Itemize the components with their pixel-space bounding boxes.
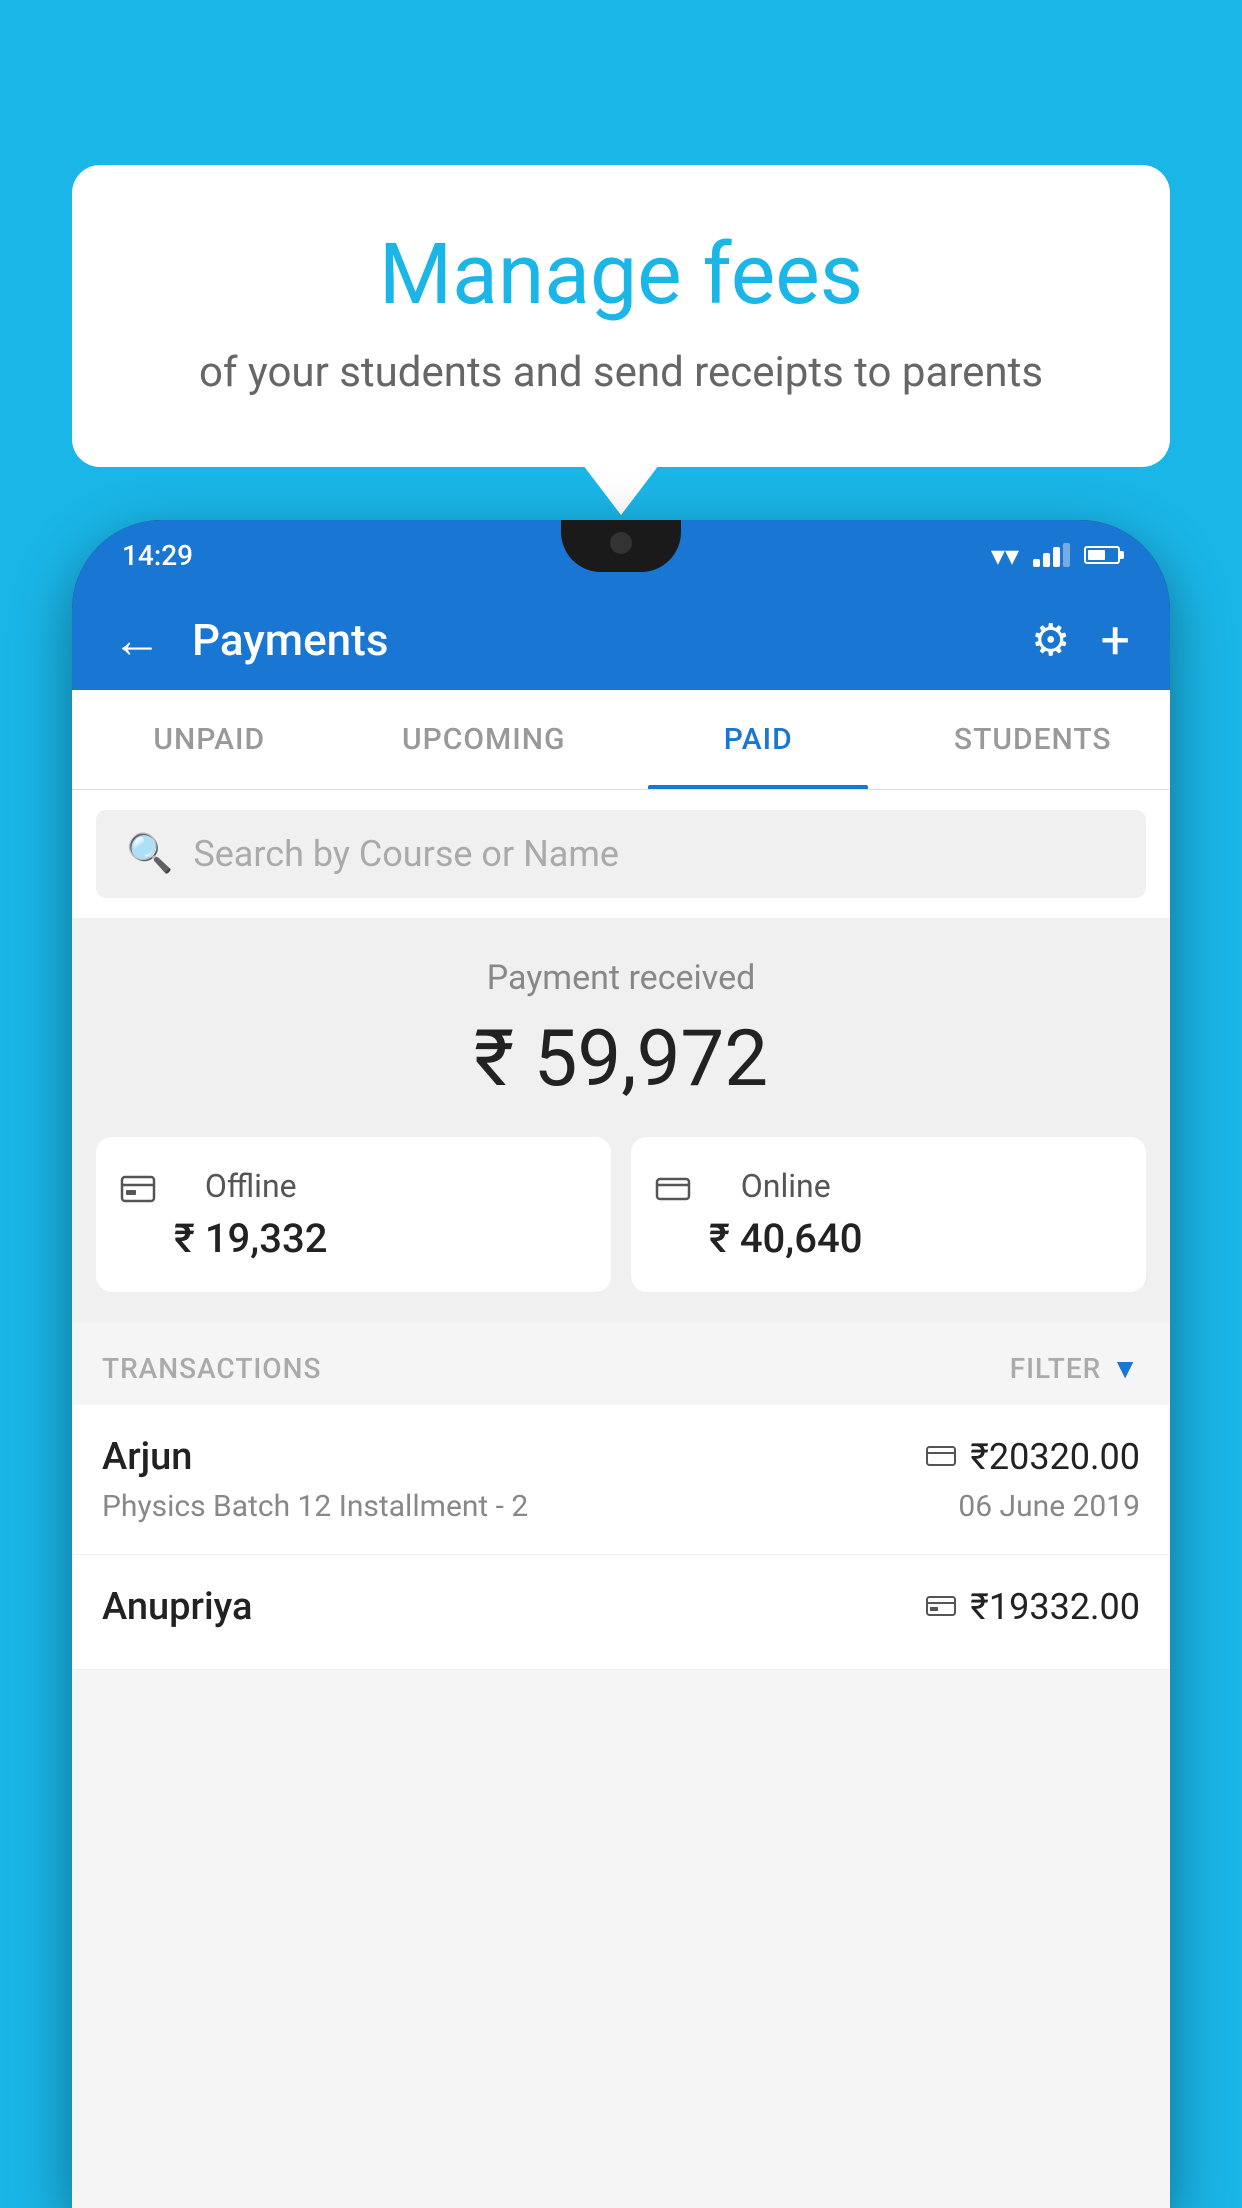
settings-icon[interactable]: ⚙ [1031,614,1070,666]
status-icons: ▾▾ [991,539,1120,572]
phone-notch [561,520,681,572]
payment-received-section: Payment received ₹ 59,972 Offline ₹ 19,3… [72,918,1170,1322]
transaction-date: 06 June 2019 [958,1489,1140,1524]
tab-unpaid[interactable]: UNPAID [72,690,347,789]
online-label: Online [709,1167,862,1205]
online-amount: ₹ 40,640 [709,1215,862,1262]
transaction-amount: ₹19332.00 [970,1586,1140,1628]
tabs-bar: UNPAID UPCOMING PAID STUDENTS [72,690,1170,790]
speech-bubble-subtitle: of your students and send receipts to pa… [132,348,1110,397]
table-row[interactable]: Arjun ₹20320.00 Physics Batch 12 Install… [72,1405,1170,1555]
transaction-row-bottom: Physics Batch 12 Installment - 2 06 June… [102,1489,1140,1524]
filter-icon: ▼ [1111,1352,1140,1385]
online-payment-icon [926,1440,956,1475]
offline-payment-icon [926,1590,956,1625]
payment-cards: Offline ₹ 19,332 Online ₹ 40,640 [72,1137,1170,1292]
add-button[interactable]: + [1100,610,1130,671]
transaction-row-top: Arjun ₹20320.00 [102,1435,1140,1479]
transactions-header: TRANSACTIONS FILTER ▼ [72,1322,1170,1405]
filter-button[interactable]: FILTER ▼ [1010,1352,1140,1385]
online-payment-card: Online ₹ 40,640 [631,1137,1146,1292]
transaction-amount: ₹20320.00 [970,1436,1140,1478]
signal-icon [1033,543,1070,567]
transactions-label: TRANSACTIONS [102,1352,321,1385]
offline-label: Offline [174,1167,327,1205]
tab-upcoming[interactable]: UPCOMING [347,690,622,789]
battery-icon [1084,546,1120,564]
tab-students[interactable]: STUDENTS [896,690,1171,789]
search-bar[interactable]: 🔍 Search by Course or Name [96,810,1146,898]
offline-payment-card: Offline ₹ 19,332 [96,1137,611,1292]
search-container: 🔍 Search by Course or Name [72,790,1170,918]
search-input[interactable]: Search by Course or Name [193,833,619,875]
speech-bubble-title: Manage fees [132,225,1110,324]
phone-frame: 14:29 ▾▾ ← Payments ⚙ + UNPA [72,520,1170,2208]
speech-bubble: Manage fees of your students and send re… [72,165,1170,467]
phone-camera [610,532,632,554]
online-card-info: Online ₹ 40,640 [709,1167,862,1262]
payment-total-amount: ₹ 59,972 [72,1014,1170,1105]
offline-card-info: Offline ₹ 19,332 [174,1167,327,1262]
status-time: 14:29 [122,539,193,572]
app-header: ← Payments ⚙ + [72,590,1170,690]
transaction-course: Physics Batch 12 Installment - 2 [102,1489,528,1524]
offline-icon [120,1171,156,1216]
app-title: Payments [192,614,1031,666]
transaction-row-top: Anupriya ₹19332.00 [102,1585,1140,1629]
filter-label: FILTER [1010,1352,1102,1385]
transaction-name: Anupriya [102,1585,252,1629]
transaction-amount-row: ₹19332.00 [926,1586,1140,1628]
payment-received-label: Payment received [72,958,1170,998]
phone-screen: UNPAID UPCOMING PAID STUDENTS 🔍 Search b… [72,690,1170,2208]
table-row[interactable]: Anupriya ₹19332.00 [72,1555,1170,1670]
wifi-icon: ▾▾ [991,539,1019,572]
status-bar: 14:29 ▾▾ [72,520,1170,590]
online-icon [655,1171,691,1216]
back-button[interactable]: ← [112,611,162,670]
offline-amount: ₹ 19,332 [174,1215,327,1262]
tab-paid[interactable]: PAID [621,690,896,789]
transaction-amount-row: ₹20320.00 [926,1436,1140,1478]
search-icon: 🔍 [126,832,173,876]
transaction-name: Arjun [102,1435,192,1479]
